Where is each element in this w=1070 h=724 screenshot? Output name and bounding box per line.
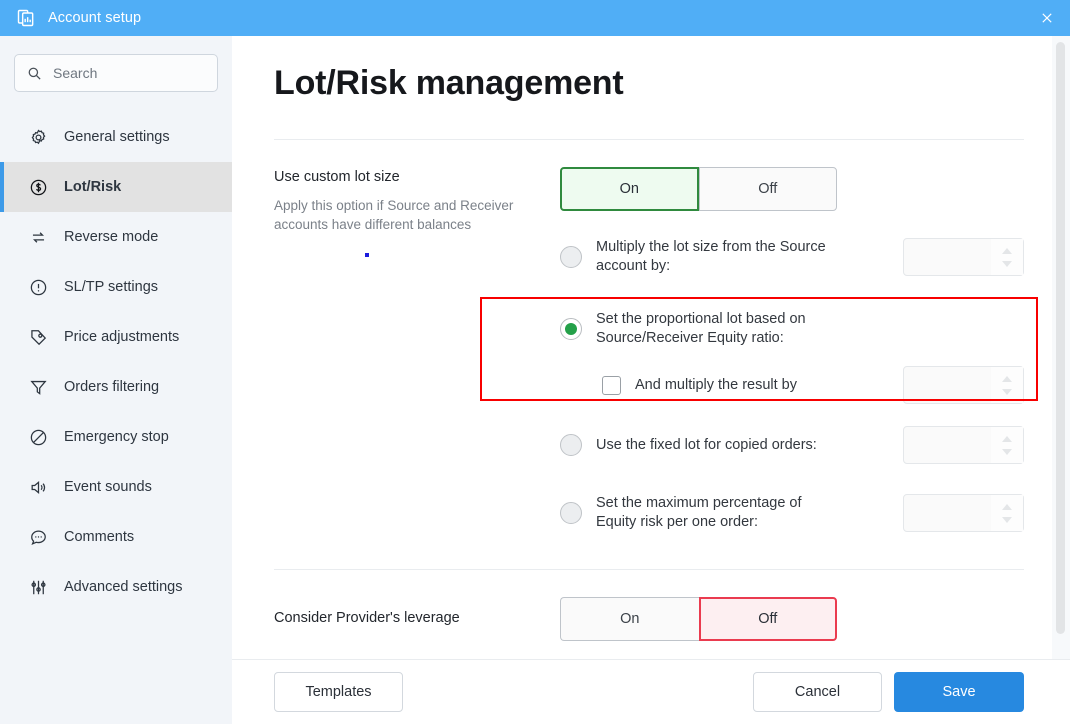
spinner-up-icon[interactable] (1002, 375, 1012, 382)
option-fixed-lot[interactable]: Use the fixed lot for copied orders: (560, 423, 1024, 467)
close-button[interactable] (1024, 0, 1070, 36)
spinner-up-icon[interactable] (1002, 503, 1012, 510)
spinner-multiply-source[interactable] (903, 238, 1024, 276)
sidebar-item-orders-filtering[interactable]: Orders filtering (0, 362, 232, 412)
search-icon (28, 67, 41, 80)
custom-lot-description: Apply this option if Source and Receiver… (274, 198, 514, 232)
footer-button-bar: Templates Cancel Save (232, 659, 1070, 724)
sidebar-item-label: Emergency stop (64, 429, 169, 445)
spinner-input[interactable] (904, 495, 991, 531)
spinner-and-multiply-result[interactable] (903, 366, 1024, 404)
option-label: Set the maximum percentage of Equity ris… (596, 495, 802, 530)
sidebar-item-label: Event sounds (64, 479, 152, 495)
sidebar-item-advanced-settings[interactable]: Advanced settings (0, 562, 232, 612)
sidebar-item-label: Price adjustments (64, 329, 180, 345)
spinner-down-icon[interactable] (1002, 388, 1012, 395)
checkbox-and-multiply-result[interactable] (602, 375, 621, 395)
chat-bubble-icon (28, 527, 48, 547)
sidebar-item-label: Orders filtering (64, 379, 160, 395)
sidebar-item-lot-risk[interactable]: Lot/Risk (0, 162, 232, 212)
tag-icon (28, 327, 48, 347)
radio-fixed-lot[interactable] (560, 434, 582, 456)
provider-leverage-toggle-group: On Off (560, 597, 837, 641)
vertical-scrollbar-track[interactable] (1052, 36, 1070, 659)
search-box[interactable] (14, 54, 218, 92)
cancel-button[interactable]: Cancel (753, 672, 882, 712)
option-label: Use the fixed lot for copied orders: (596, 436, 817, 453)
lot-mode-options: Multiply the lot size from the Source ac… (560, 235, 1024, 535)
sidebar-item-price-adjustments[interactable]: Price adjustments (0, 312, 232, 362)
option-proportional-equity[interactable]: Set the proportional lot based on Source… (560, 307, 1024, 351)
sidebar-item-reverse-mode[interactable]: Reverse mode (0, 212, 232, 262)
sidebar-item-comments[interactable]: Comments (0, 512, 232, 562)
spinner-arrows (991, 495, 1023, 531)
provider-leverage-toggle-on[interactable]: On (560, 597, 699, 641)
provider-leverage-toggle-off[interactable]: Off (698, 597, 837, 641)
radio-max-equity-risk[interactable] (560, 502, 582, 524)
gear-icon (28, 127, 48, 147)
dollar-coin-icon (28, 177, 48, 197)
sidebar-item-label: Lot/Risk (64, 179, 122, 195)
sidebar-item-label: Comments (64, 529, 135, 545)
spinner-input[interactable] (904, 239, 991, 275)
spinner-arrows (991, 239, 1023, 275)
option-max-equity-risk[interactable]: Set the maximum percentage of Equity ris… (560, 491, 1024, 535)
custom-lot-label-column: Use custom lot size Apply this option if… (274, 167, 560, 547)
save-button[interactable]: Save (894, 672, 1024, 712)
sidebar-item-label: Reverse mode (64, 229, 159, 245)
spinner-input[interactable] (904, 427, 991, 463)
sliders-icon (28, 577, 48, 597)
suboption-label: And multiply the result by (635, 376, 797, 393)
custom-lot-toggle-off[interactable]: Off (698, 167, 837, 211)
spinner-up-icon[interactable] (1002, 247, 1012, 254)
page-title: Lot/Risk management (274, 64, 624, 102)
spinner-fixed-lot[interactable] (903, 426, 1024, 464)
sidebar-item-sl-tp-settings[interactable]: SL/TP settings (0, 262, 232, 312)
settings-scroll-area: Lot/Risk management Use custom lot size … (232, 36, 1070, 659)
no-entry-icon (28, 427, 48, 447)
cursor-marker-dot (365, 253, 369, 257)
option-label: Set the proportional lot based on Source… (596, 311, 806, 346)
sidebar-item-label: Advanced settings (64, 579, 183, 595)
spinner-max-equity-risk[interactable] (903, 494, 1024, 532)
suboption-and-multiply-result[interactable]: And multiply the result by (602, 363, 1024, 407)
option-label: Multiply the lot size from the Source ac… (596, 239, 826, 274)
vertical-scrollbar-thumb[interactable] (1056, 42, 1065, 634)
provider-leverage-label: Consider Provider's leverage (274, 610, 460, 626)
main-panel: Lot/Risk management Use custom lot size … (232, 36, 1070, 724)
swap-arrows-icon (28, 227, 48, 247)
custom-lot-toggle-group: On Off (560, 167, 837, 211)
spinner-up-icon[interactable] (1002, 435, 1012, 442)
custom-lot-toggle-on[interactable]: On (560, 167, 699, 211)
app-window-icon (16, 8, 36, 28)
spinner-down-icon[interactable] (1002, 516, 1012, 523)
setting-row-provider-leverage: Consider Provider's leverage On Off (274, 570, 1024, 659)
radio-proportional-equity[interactable] (560, 318, 582, 340)
radio-multiply-source[interactable] (560, 246, 582, 268)
sidebar-item-label: General settings (64, 129, 170, 145)
spinner-down-icon[interactable] (1002, 260, 1012, 267)
window-title: Account setup (48, 10, 142, 26)
speaker-icon (28, 477, 48, 497)
window-titlebar: Account setup (0, 0, 1070, 36)
option-multiply-source[interactable]: Multiply the lot size from the Source ac… (560, 235, 1024, 279)
search-input[interactable] (53, 65, 205, 81)
sidebar-item-general-settings[interactable]: General settings (0, 112, 232, 162)
close-icon (1042, 13, 1052, 23)
sidebar: General settings Lot/Risk Reverse mode S… (0, 36, 232, 724)
templates-button[interactable]: Templates (274, 672, 403, 712)
spinner-down-icon[interactable] (1002, 448, 1012, 455)
setting-row-custom-lot-size: Use custom lot size Apply this option if… (274, 140, 1024, 547)
sidebar-item-event-sounds[interactable]: Event sounds (0, 462, 232, 512)
sidebar-item-label: SL/TP settings (64, 279, 159, 295)
spinner-arrows (991, 427, 1023, 463)
sidebar-item-emergency-stop[interactable]: Emergency stop (0, 412, 232, 462)
spinner-arrows (991, 367, 1023, 403)
funnel-icon (28, 377, 48, 397)
provider-leverage-label-column: Consider Provider's leverage (274, 597, 560, 659)
spinner-input[interactable] (904, 367, 991, 403)
custom-lot-label: Use custom lot size (274, 169, 400, 185)
alert-circle-icon (28, 277, 48, 297)
